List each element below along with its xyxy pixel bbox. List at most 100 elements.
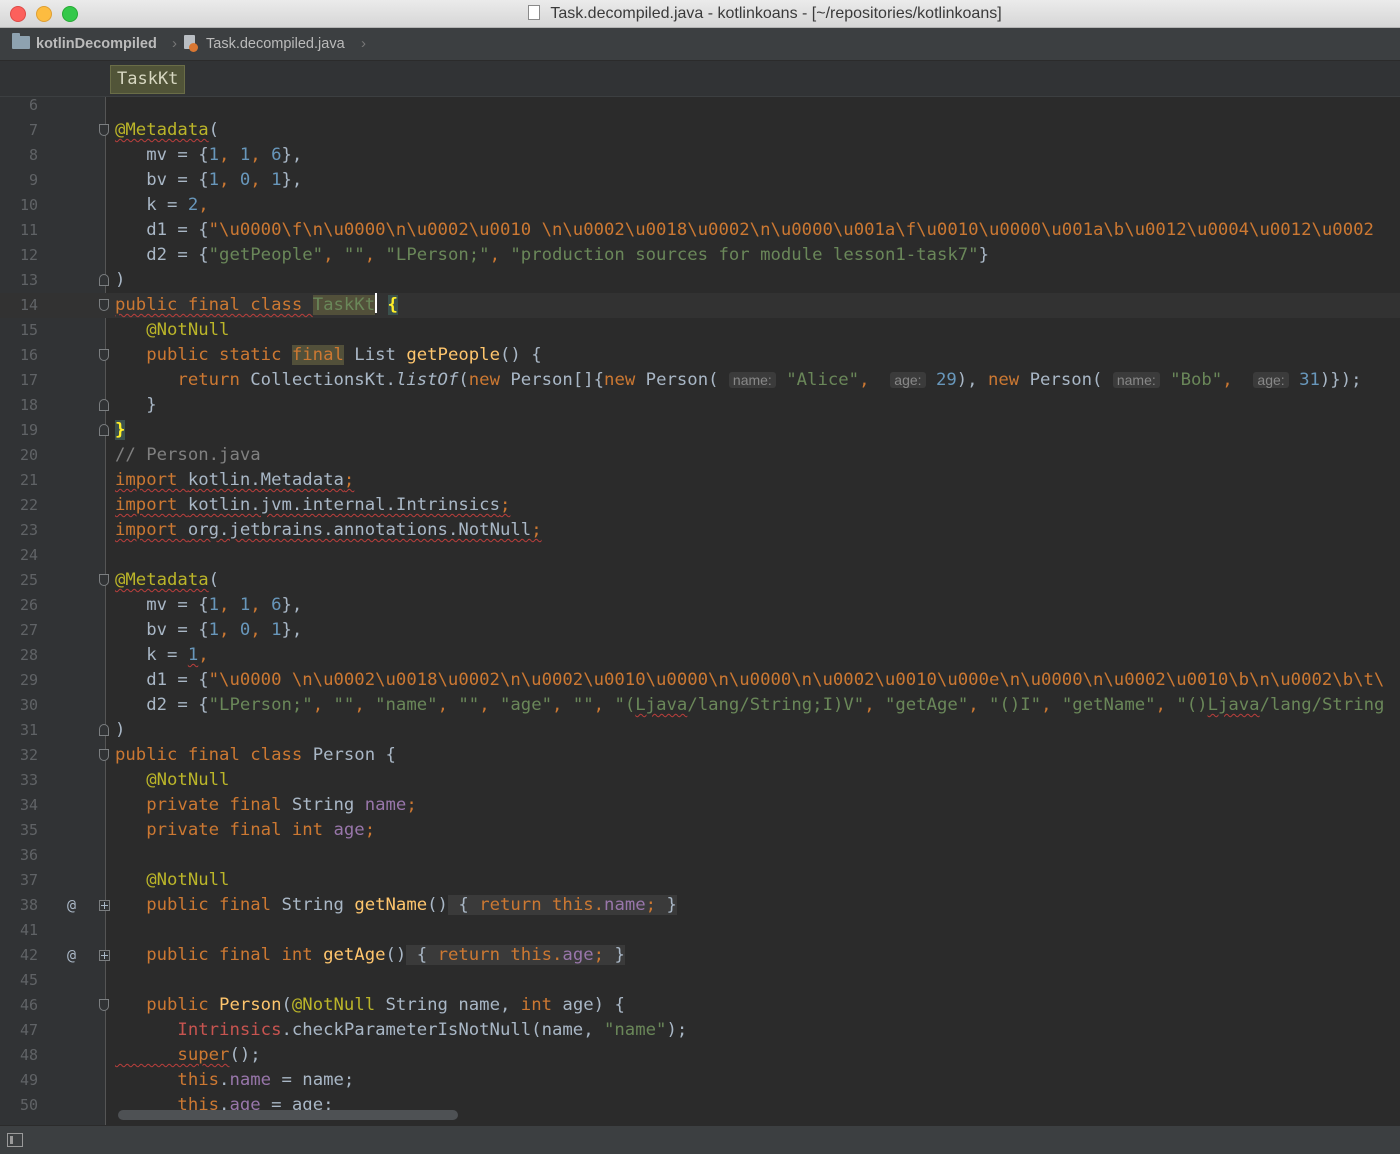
line-number: 38 <box>19 896 38 914</box>
code-line: 22 import kotlin.jvm.internal.Intrinsics… <box>0 493 1400 518</box>
fold-marker-icon[interactable] <box>99 349 109 361</box>
code-text: import kotlin.Metadata; <box>115 470 355 490</box>
line-number: 14 <box>19 296 38 314</box>
line-number: 25 <box>19 571 38 589</box>
override-marker-icon[interactable]: @ <box>67 943 76 968</box>
code-line: 18 } <box>0 393 1400 418</box>
code-line: 41 <box>0 918 1400 943</box>
code-text: ) <box>115 270 126 290</box>
fold-marker-icon[interactable] <box>99 274 109 286</box>
expand-fold-icon[interactable] <box>99 900 110 911</box>
code-text: mv = {1, 1, 6}, <box>115 145 303 165</box>
line-number: 47 <box>19 1021 38 1039</box>
line-number: 13 <box>19 271 38 289</box>
horizontal-scrollbar[interactable] <box>118 1110 458 1120</box>
collapsed-region[interactable]: { return this.age; } <box>406 945 625 965</box>
breadcrumb-class-taskkt[interactable]: TaskKt <box>110 65 186 94</box>
fold-marker-icon[interactable] <box>99 424 109 436</box>
code-line: 32 public final class Person { <box>0 743 1400 768</box>
code-line: 29 d1 = {"\u0000 \n\u0002\u0018\u0002\n\… <box>0 668 1400 693</box>
folder-icon <box>12 33 30 49</box>
window-title: Task.decompiled.java - kotlinkoans - [~/… <box>0 0 1400 28</box>
code-text: @NotNull <box>115 770 230 790</box>
code-line: 26 mv = {1, 1, 6}, <box>0 593 1400 618</box>
code-line: 38 @ public final String getName() { ret… <box>0 893 1400 918</box>
code-line: 15 @NotNull <box>0 318 1400 343</box>
line-number: 15 <box>19 321 38 339</box>
line-number: 41 <box>19 921 38 939</box>
code-editor[interactable]: 6 7 @Metadata( 8 mv = {1, 1, 6}, 9 bv = … <box>0 97 1400 1125</box>
tool-windows-icon[interactable] <box>7 1133 23 1147</box>
line-number: 30 <box>19 696 38 714</box>
line-number: 28 <box>19 646 38 664</box>
param-hint-age: age: <box>890 372 926 388</box>
code-line: 47 Intrinsics.checkParameterIsNotNull(na… <box>0 1018 1400 1043</box>
code-line: 19 } <box>0 418 1400 443</box>
code-text: // Person.java <box>115 445 261 465</box>
code-line: 23 import org.jetbrains.annotations.NotN… <box>0 518 1400 543</box>
line-number: 19 <box>19 421 38 439</box>
nav-separator-icon: › <box>172 35 177 52</box>
code-text: d1 = {"\u0000 \n\u0002\u0018\u0002\n\u00… <box>115 670 1385 690</box>
line-number: 37 <box>19 871 38 889</box>
code-line: 17 return CollectionsKt.listOf(new Perso… <box>0 368 1400 393</box>
line-number: 7 <box>28 121 38 139</box>
param-hint-name: name: <box>1112 372 1160 388</box>
line-number: 46 <box>19 996 38 1014</box>
line-number: 18 <box>19 396 38 414</box>
status-bar <box>0 1125 1400 1154</box>
code-line: 12 d2 = {"getPeople", "", "LPerson;", "p… <box>0 243 1400 268</box>
editor-breadcrumb-bar: TaskKt <box>0 61 1400 97</box>
code-text: @NotNull <box>115 870 230 890</box>
line-number: 35 <box>19 821 38 839</box>
line-number: 16 <box>19 346 38 364</box>
document-icon <box>528 5 541 20</box>
code-line: 20 // Person.java <box>0 443 1400 468</box>
code-text: Intrinsics.checkParameterIsNotNull(name,… <box>115 1020 688 1040</box>
code-text: public final class Person { <box>115 745 396 765</box>
line-number: 23 <box>19 521 38 539</box>
code-line: 28 k = 1, <box>0 643 1400 668</box>
line-number: 42 <box>19 946 38 964</box>
line-number: 32 <box>19 746 38 764</box>
code-text: public static final List getPeople() { <box>115 345 542 365</box>
code-line: 33 @NotNull <box>0 768 1400 793</box>
code-text: import kotlin.jvm.internal.Intrinsics; <box>115 495 511 515</box>
override-marker-icon[interactable]: @ <box>67 893 76 918</box>
line-number: 10 <box>19 196 38 214</box>
code-line: 30 d2 = {"LPerson;", "", "name", "", "ag… <box>0 693 1400 718</box>
code-line: 49 this.name = name; <box>0 1068 1400 1093</box>
line-number: 29 <box>19 671 38 689</box>
line-number: 33 <box>19 771 38 789</box>
fold-marker-icon[interactable] <box>99 124 109 136</box>
fold-marker-icon[interactable] <box>99 724 109 736</box>
code-line: 37 @NotNull <box>0 868 1400 893</box>
expand-fold-icon[interactable] <box>99 950 110 961</box>
line-number: 24 <box>19 546 38 564</box>
fold-marker-icon[interactable] <box>99 399 109 411</box>
nav-file-crumb[interactable]: Task.decompiled.java <box>184 28 345 60</box>
collapsed-region[interactable]: { return this.name; } <box>447 895 677 915</box>
code-line: 9 bv = {1, 0, 1}, <box>0 168 1400 193</box>
code-text: @Metadata( <box>115 570 220 590</box>
code-text: return CollectionsKt.listOf(new Person[]… <box>115 370 1362 390</box>
code-line: 10 k = 2, <box>0 193 1400 218</box>
fold-marker-icon[interactable] <box>99 574 109 586</box>
navigation-bar: kotlinDecompiled › Task.decompiled.java … <box>0 28 1400 61</box>
code-text: this.name = name; <box>115 1070 355 1090</box>
line-number: 36 <box>19 846 38 864</box>
code-text: } <box>115 395 157 415</box>
code-text: private final int age; <box>115 820 376 840</box>
line-number: 50 <box>19 1096 38 1114</box>
fold-marker-icon[interactable] <box>99 299 109 311</box>
code-text: k = 1, <box>115 645 209 665</box>
nav-project-crumb[interactable]: kotlinDecompiled <box>12 28 157 60</box>
fold-marker-icon[interactable] <box>99 999 109 1011</box>
code-line: 46 public Person(@NotNull String name, i… <box>0 993 1400 1018</box>
fold-marker-icon[interactable] <box>99 749 109 761</box>
code-line: 11 d1 = {"\u0000\f\n\u0000\n\u0002\u0010… <box>0 218 1400 243</box>
line-number: 31 <box>19 721 38 739</box>
line-number: 48 <box>19 1046 38 1064</box>
line-number: 9 <box>28 171 38 189</box>
code-text: k = 2, <box>115 195 209 215</box>
